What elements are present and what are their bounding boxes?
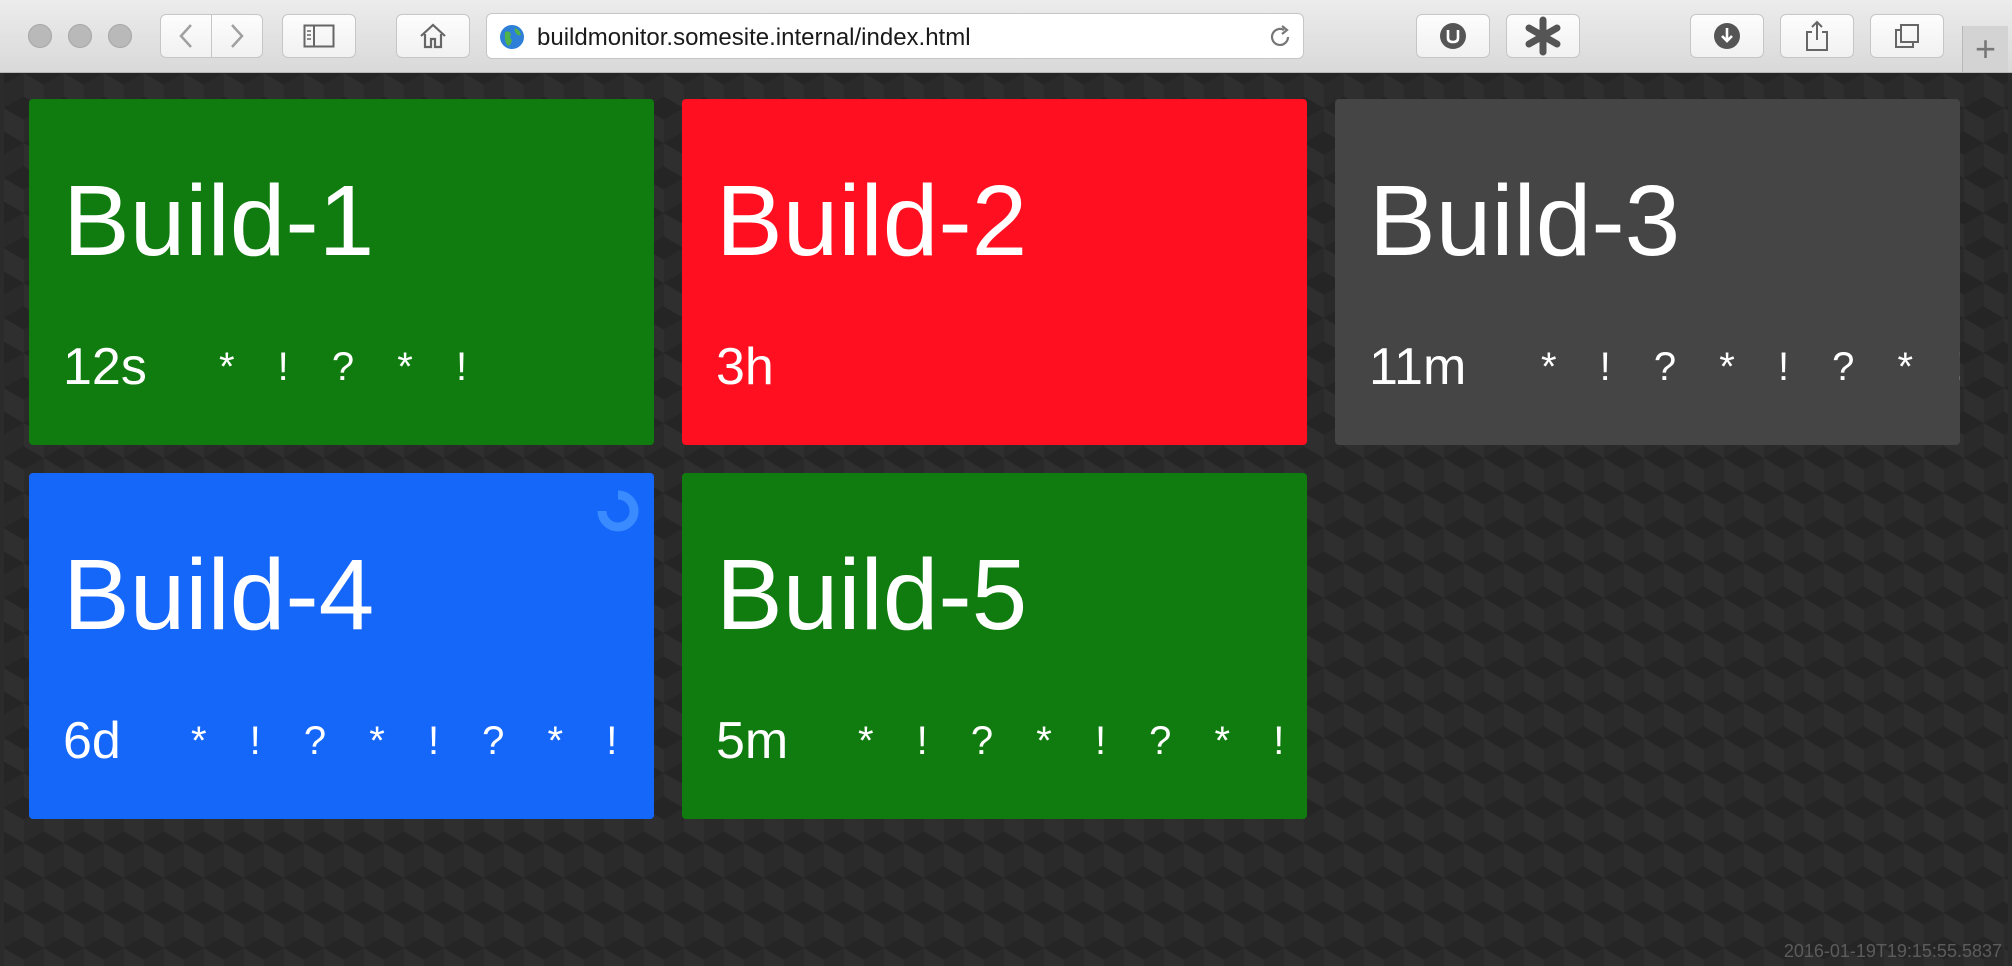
build-culprits: * ! ? * ! ? * ! ? * — [858, 719, 1307, 763]
build-duration: 12s — [63, 338, 147, 396]
shield-u-icon — [1440, 23, 1466, 49]
share-button[interactable] — [1780, 14, 1854, 58]
build-duration: 6d — [63, 712, 121, 770]
build-name: Build-2 — [716, 165, 1028, 277]
browser-toolbar: buildmonitor.somesite.internal/index.htm… — [0, 0, 2012, 73]
home-icon — [420, 23, 446, 49]
back-button[interactable] — [160, 14, 212, 58]
build-culprits: * ! ? * ! — [219, 345, 484, 389]
chevron-left-icon — [179, 24, 192, 48]
build-duration: 3h — [716, 338, 774, 396]
url-text: buildmonitor.somesite.internal/index.htm… — [537, 24, 971, 51]
forward-button[interactable] — [211, 14, 263, 58]
sidebar-toggle-button[interactable] — [282, 14, 356, 58]
build-culprits: * ! ? * ! ? * ! ? * — [1541, 345, 1960, 389]
home-button[interactable] — [396, 14, 470, 58]
build-tile[interactable]: Build-2 3h — [682, 99, 1307, 445]
chevron-right-icon — [231, 24, 244, 48]
share-icon — [1806, 20, 1828, 51]
last-updated-timestamp: 2016-01-19T19:15:55.5837 — [1783, 941, 2002, 961]
build-tile[interactable]: Build-3 11m * ! ? * ! ? * ! ? * — [1335, 99, 1960, 445]
downloads-button[interactable] — [1690, 14, 1764, 58]
build-culprits: * ! ? * ! ? * ! ? * — [191, 719, 654, 763]
build-duration: 5m — [716, 712, 789, 770]
asterisk-extension-button[interactable] — [1506, 14, 1580, 58]
new-tab-button[interactable]: + — [1962, 26, 2008, 72]
build-monitor: Build-1 12s * ! ? * ! Build-2 3h Build-3… — [4, 73, 2008, 966]
tab-overview-button[interactable] — [1870, 14, 1944, 58]
browser-window: buildmonitor.somesite.internal/index.htm… — [0, 0, 2012, 966]
building-spinner-icon — [597, 490, 639, 532]
build-tile[interactable]: Build-1 12s * ! ? * ! — [29, 99, 654, 445]
zoom-window-button[interactable] — [108, 24, 132, 48]
asterisk-icon — [1525, 16, 1561, 56]
globe-icon — [500, 25, 524, 49]
close-window-button[interactable] — [28, 24, 52, 48]
build-duration: 11m — [1369, 338, 1467, 396]
build-name: Build-4 — [63, 539, 375, 651]
minimize-window-button[interactable] — [68, 24, 92, 48]
build-tile[interactable]: Build-4 6d * ! ? * ! ? * ! ? * — [29, 473, 654, 819]
build-name: Build-1 — [63, 165, 375, 277]
build-name: Build-5 — [716, 539, 1028, 651]
sidebar-icon — [303, 24, 335, 48]
build-name: Build-3 — [1369, 165, 1681, 277]
download-icon — [1714, 23, 1740, 49]
tabs-icon — [1895, 24, 1919, 48]
reload-icon[interactable] — [1267, 24, 1293, 50]
ublock-extension-button[interactable] — [1416, 14, 1490, 58]
build-tile[interactable]: Build-5 5m * ! ? * ! ? * ! ? * — [682, 473, 1307, 819]
address-bar[interactable]: buildmonitor.somesite.internal/index.htm… — [486, 13, 1304, 59]
